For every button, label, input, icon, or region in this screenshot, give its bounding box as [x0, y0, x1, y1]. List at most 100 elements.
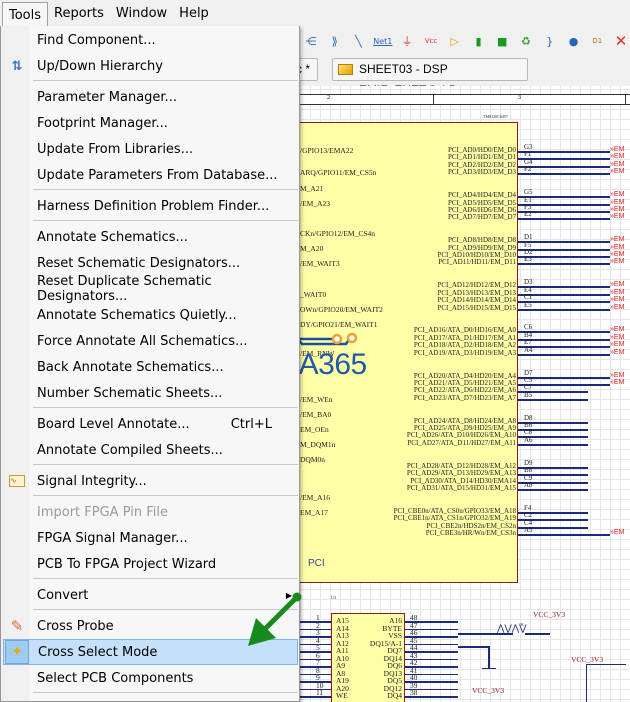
- menu-item-label: FPGA Signal Manager...: [37, 530, 188, 546]
- port-arrow-icon[interactable]: »EM: [610, 213, 624, 220]
- menu-window[interactable]: Window: [110, 2, 173, 26]
- port-arrow-icon[interactable]: »EM: [610, 168, 624, 175]
- net-wire[interactable]: [518, 166, 610, 168]
- net-wire[interactable]: [518, 489, 588, 491]
- menu-reports[interactable]: Reports: [48, 2, 110, 26]
- port-arrow-icon[interactable]: »EM: [610, 326, 624, 333]
- port-label: EM: [613, 251, 625, 258]
- net-wire[interactable]: [518, 444, 588, 446]
- menu-item-footprint-manager[interactable]: Footprint Manager...: [3, 110, 298, 136]
- bus-entry-icon[interactable]: ⟫: [326, 32, 344, 50]
- port-label: EM: [613, 326, 625, 333]
- menu-tools[interactable]: Tools: [2, 1, 49, 29]
- harness-connector-icon[interactable]: ●: [565, 32, 583, 50]
- net-wire[interactable]: [518, 309, 610, 311]
- net-wire[interactable]: [518, 173, 610, 175]
- menu-item-pcb-to-fpga-project-wizard[interactable]: PCB To FPGA Project Wizard: [3, 551, 298, 577]
- menu-item-select-pcb-components[interactable]: Select PCB Components: [3, 665, 298, 691]
- ground-icon[interactable]: ⏚: [398, 32, 416, 50]
- net-label-icon[interactable]: Net1: [373, 32, 392, 50]
- port-arrow-icon[interactable]: »EM: [610, 296, 624, 303]
- document-tabs: c * SHEET03 - DSP EMIF_ENET.SchDoc: [290, 57, 630, 97]
- port-icon[interactable]: ▷: [446, 32, 464, 50]
- port-arrow-icon[interactable]: »EM: [610, 244, 624, 251]
- net-wire[interactable]: [518, 534, 610, 536]
- menu-item-parameter-manager[interactable]: Parameter Manager...: [3, 84, 298, 110]
- net-wire[interactable]: [518, 263, 610, 265]
- port-arrow-icon[interactable]: »EM: [610, 341, 624, 348]
- port-arrow-icon[interactable]: »EM: [610, 191, 624, 198]
- menu-separator: [33, 189, 298, 190]
- menu-item-fpga-signal-manager[interactable]: FPGA Signal Manager...: [3, 525, 298, 551]
- harness-icon[interactable]: }: [541, 32, 559, 50]
- menu-item-label: Annotate Schematics...: [37, 229, 188, 245]
- schematic-canvas[interactable]: 2 3 PCI TMS320C6457 /GPIO13/EMA22 ARQ/GPI…: [300, 86, 630, 702]
- u3-pin-number: 38: [410, 688, 418, 697]
- menu-item-annotate-schematics-quietly[interactable]: Annotate Schematics Quietly...: [3, 302, 298, 328]
- port-arrow-icon[interactable]: »EM: [610, 529, 624, 536]
- u1-right-pin-label: PCI_AD16/ATA_D0/HD16/EM_A0: [413, 326, 516, 334]
- sheet-entry-icon[interactable]: ▮: [470, 32, 488, 50]
- menu-item-up-down-hierarchy[interactable]: ⇅ Up/Down Hierarchy: [3, 53, 298, 79]
- menu-item-board-level-annotate[interactable]: Board Level Annotate... Ctrl+L: [3, 411, 298, 437]
- net-wire[interactable]: [518, 218, 610, 220]
- no-erc-icon[interactable]: ✕: [612, 32, 630, 50]
- menu-item-force-annotate-all-schematics[interactable]: Force Annotate All Schematics...: [3, 328, 298, 354]
- u3-right-pin-label: DQ4: [387, 691, 402, 700]
- net-wire[interactable]: [518, 204, 610, 206]
- recycle-icon[interactable]: ♻: [517, 32, 535, 50]
- power-port-vcc: VCC_3V3: [571, 655, 604, 664]
- port-arrow-icon[interactable]: »EM: [610, 334, 624, 341]
- menu-item-find-component[interactable]: Find Component...: [3, 27, 298, 53]
- tab-sheet03[interactable]: SHEET03 - DSP EMIF_ENET.SchDoc: [332, 58, 528, 97]
- menu-item-number-schematic-sheets[interactable]: Number Schematic Sheets...: [3, 380, 298, 406]
- menu-item-harness-definition-problem-finder[interactable]: Harness Definition Problem Finder...: [3, 193, 298, 219]
- port-arrow-icon[interactable]: »EM: [610, 281, 624, 288]
- net-wire[interactable]: [518, 399, 588, 401]
- menu-item-signal-integrity[interactable]: ∿ Signal Integrity...: [3, 468, 298, 494]
- submenu-arrow-icon: ▶: [285, 590, 292, 600]
- menu-item-label: Cross Select Mode: [38, 644, 158, 660]
- port-arrow-icon[interactable]: »EM: [610, 372, 624, 379]
- net-wire[interactable]: [518, 241, 610, 243]
- port-arrow-icon[interactable]: »EM: [610, 236, 624, 243]
- net-wire[interactable]: [518, 151, 610, 153]
- port-arrow-icon[interactable]: »EM: [610, 349, 624, 356]
- port-arrow-icon[interactable]: »EM: [610, 146, 624, 153]
- net-wire[interactable]: [518, 354, 610, 356]
- sheet-symbol-icon[interactable]: ■: [493, 32, 511, 50]
- vcc-icon[interactable]: Vcc: [422, 32, 440, 50]
- menu-item-reset-schematic-designators[interactable]: Reset Schematic Designators...: [3, 250, 298, 276]
- port-arrow-icon[interactable]: »EM: [610, 206, 624, 213]
- menu-item-annotate-compiled-sheets[interactable]: Annotate Compiled Sheets...: [3, 437, 298, 463]
- menu-item-cross-select-mode[interactable]: ✦ Cross Select Mode: [3, 639, 298, 665]
- u1-right-pin-label: PCI_AD8/HD8/EM_D8: [447, 236, 516, 244]
- menu-help[interactable]: Help: [173, 2, 215, 26]
- port-arrow-icon[interactable]: »EM: [610, 304, 624, 311]
- u1-pin-number: C7: [524, 383, 533, 391]
- pin-icon[interactable]: ⋲: [302, 32, 320, 50]
- menu-item-back-annotate-schematics[interactable]: Back Annotate Schematics...: [3, 354, 298, 380]
- u1-right-pin-label: PCI_AD26/ATA_D10/HD26/EM_A10: [406, 431, 516, 439]
- port-arrow-icon[interactable]: »EM: [610, 161, 624, 168]
- port-arrow-icon[interactable]: »EM: [610, 199, 624, 206]
- menu-item-annotate-schematics[interactable]: Annotate Schematics...: [3, 224, 298, 250]
- menu-item-cross-probe[interactable]: ✎ Cross Probe: [3, 613, 298, 639]
- menu-item-convert[interactable]: Convert ▶: [3, 582, 298, 608]
- menu-item-reset-duplicate-schematic-designators[interactable]: Reset Duplicate Schematic Designators...: [3, 274, 298, 304]
- port-arrow-icon[interactable]: »EM: [610, 153, 624, 160]
- port-arrow-icon[interactable]: »EM: [610, 289, 624, 296]
- menu-item-update-from-libraries[interactable]: Update From Libraries...: [3, 136, 298, 162]
- tools-dropdown-menu: Find Component... ⇅ Up/Down Hierarchy Param…: [0, 26, 300, 702]
- port-arrow-icon[interactable]: »EM: [610, 379, 624, 386]
- wire-icon[interactable]: ╲: [350, 32, 368, 50]
- u1-left-pin-label: M_A21: [300, 184, 324, 193]
- menu-item-label: PCB To FPGA Project Wizard: [37, 556, 217, 572]
- up-down-arrows-icon: ⇅: [11, 58, 23, 74]
- port-arrow-icon[interactable]: »EM: [610, 258, 624, 265]
- designator-icon[interactable]: D1: [588, 32, 606, 50]
- menu-item-update-parameters-from-database[interactable]: Update Parameters From Database...: [3, 162, 298, 188]
- port-arrow-icon[interactable]: »EM: [610, 251, 624, 258]
- menu-item-label: Back Annotate Schematics...: [37, 359, 224, 375]
- u1-pin-number: G5: [524, 188, 533, 196]
